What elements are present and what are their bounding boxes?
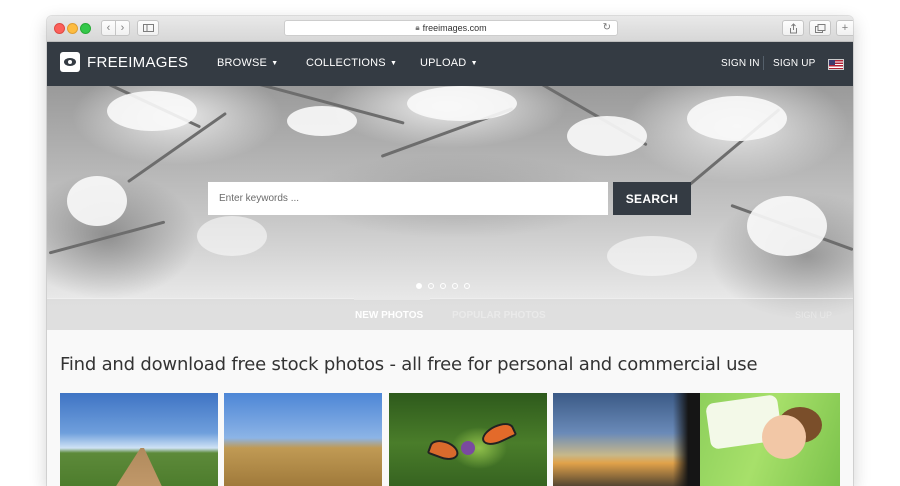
nav-collections-label: COLLECTIONS [306, 57, 386, 69]
tabs-icon [814, 23, 825, 33]
tab-new-photos[interactable]: NEW PHOTOS [355, 310, 423, 321]
sign-in-link[interactable]: SIGN IN [721, 58, 760, 69]
carousel-dot[interactable] [440, 283, 446, 289]
carousel-dot[interactable] [464, 283, 470, 289]
photo-thumbnail[interactable] [553, 393, 711, 486]
forward-button[interactable]: › [115, 20, 130, 36]
chevron-left-icon: ‹ [106, 22, 111, 34]
page-headline: Find and download free stock photos - al… [60, 354, 758, 375]
share-icon [789, 22, 797, 33]
us-flag-icon[interactable] [828, 59, 844, 70]
chevron-right-icon: › [120, 22, 125, 34]
photo-thumbnail[interactable] [224, 393, 382, 486]
zoom-window-button[interactable] [80, 23, 91, 34]
caret-down-icon: ▼ [387, 60, 398, 67]
browser-toolbar: ‹ › 🔒︎ freeimages.com ↻ + [47, 16, 853, 42]
nav-browse-label: BROWSE [217, 57, 268, 69]
main-content: Find and download free stock photos - al… [47, 330, 853, 486]
search-input[interactable] [208, 182, 608, 215]
lock-icon: 🔒︎ [415, 23, 420, 32]
new-tab-button[interactable]: + [836, 20, 853, 36]
caret-down-icon: ▼ [468, 60, 478, 67]
reload-icon[interactable]: ↻ [603, 22, 611, 33]
nav-collections[interactable]: COLLECTIONS ▼ [306, 57, 397, 69]
tab-bar-right-text[interactable]: SIGN UP [795, 310, 832, 320]
back-button[interactable]: ‹ [101, 20, 116, 36]
nav-upload[interactable]: UPLOAD ▼ [420, 57, 478, 69]
photo-thumbnail[interactable] [389, 393, 547, 486]
carousel-dot[interactable] [416, 283, 422, 289]
carousel-indicators [416, 283, 470, 289]
search-button[interactable]: SEARCH [613, 182, 691, 215]
photo-thumbnail[interactable] [700, 393, 840, 486]
site-logo[interactable]: FREEIMAGES [60, 52, 188, 72]
address-bar[interactable]: 🔒︎ freeimages.com ↻ [284, 20, 618, 36]
hero-banner: SEARCH NEW PHOTOS POPULAR PHOTOS SIGN UP [47, 86, 853, 330]
sidebar-button[interactable] [137, 20, 159, 36]
plus-icon: + [841, 22, 849, 34]
photo-tabs: NEW PHOTOS POPULAR PHOTOS SIGN UP [47, 298, 853, 330]
logo-text: FREEIMAGES [87, 53, 189, 71]
nav-divider [763, 56, 764, 70]
browser-window: ‹ › 🔒︎ freeimages.com ↻ + FREEIMAGES BRO… [47, 16, 853, 486]
close-window-button[interactable] [54, 23, 65, 34]
sign-up-link[interactable]: SIGN UP [773, 58, 816, 69]
photo-thumbnail[interactable] [60, 393, 218, 486]
site-navbar: FREEIMAGES BROWSE ▼ COLLECTIONS ▼ UPLOAD… [47, 42, 853, 86]
tab-popular-photos[interactable]: POPULAR PHOTOS [452, 310, 546, 321]
active-tab-indicator [354, 298, 430, 300]
tabs-overview-button[interactable] [809, 20, 831, 36]
nav-upload-label: UPLOAD [420, 57, 467, 69]
share-button[interactable] [782, 20, 804, 36]
minimize-window-button[interactable] [67, 23, 78, 34]
camera-eye-icon [60, 52, 80, 72]
carousel-dot[interactable] [452, 283, 458, 289]
carousel-dot[interactable] [428, 283, 434, 289]
caret-down-icon: ▼ [269, 60, 279, 67]
nav-browse[interactable]: BROWSE ▼ [217, 57, 278, 69]
sidebar-icon [142, 24, 154, 32]
url-text: freeimages.com [422, 23, 487, 33]
